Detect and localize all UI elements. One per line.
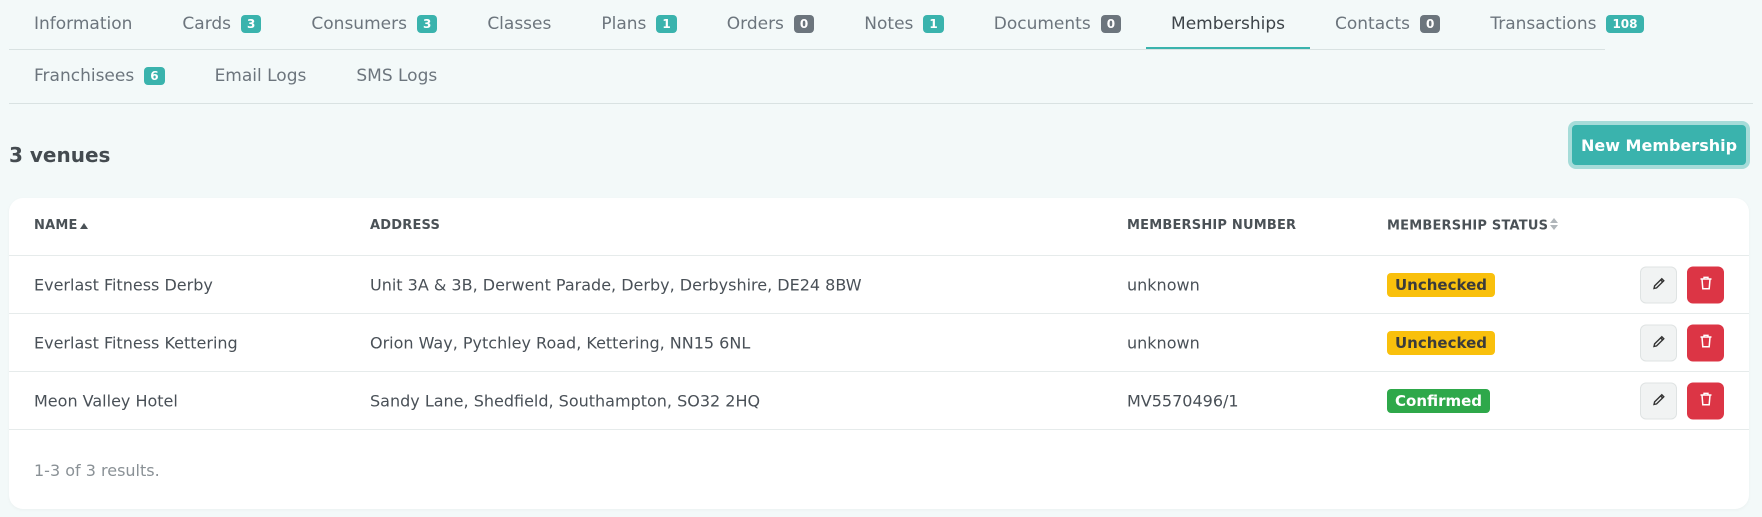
delete-button[interactable] [1687, 324, 1724, 361]
venue-address: Orion Way, Pytchley Road, Kettering, NN1… [370, 333, 751, 352]
tab-bar-secondary: Franchisees 6 Email Logs SMS Logs [9, 50, 1753, 104]
tab-franchisees[interactable]: Franchisees 6 [9, 50, 190, 103]
tab-label: Email Logs [214, 66, 307, 86]
tab-label: Information [34, 14, 133, 34]
new-membership-button[interactable]: New Membership [1568, 121, 1750, 169]
column-header-membership-number: MEMBERSHIP NUMBER [1127, 218, 1297, 233]
delete-button[interactable] [1687, 382, 1724, 419]
count-badge: 3 [416, 15, 438, 33]
tab-notes[interactable]: Notes 1 [839, 0, 968, 49]
tab-information[interactable]: Information [9, 0, 157, 49]
count-badge: 1 [923, 15, 944, 33]
column-header-address: ADDRESS [370, 218, 441, 233]
delete-button[interactable] [1687, 266, 1724, 303]
pagination-summary: 1-3 of 3 results. [34, 461, 160, 480]
venue-name: Everlast Fitness Derby [34, 275, 213, 294]
tab-label: Documents [993, 14, 1091, 34]
count-badge: 0 [793, 15, 815, 33]
tab-bar-primary: Information Cards 3 Consumers 3 Classes … [9, 0, 1644, 50]
table-row: Everlast Fitness Derby Unit 3A & 3B, Der… [9, 256, 1749, 314]
count-badge: 108 [1606, 15, 1644, 33]
tab-transactions[interactable]: Transactions 108 [1465, 0, 1668, 49]
table-row: Meon Valley Hotel Sandy Lane, Shedfield,… [9, 372, 1749, 430]
status-badge: Unchecked [1387, 272, 1495, 297]
count-badge: 3 [241, 15, 262, 33]
edit-button[interactable] [1640, 324, 1677, 361]
pencil-icon [1652, 275, 1666, 294]
column-label: NAME [34, 218, 78, 233]
trash-icon [1699, 333, 1713, 352]
tab-label: Contacts [1334, 14, 1410, 34]
column-label: MEMBERSHIP STATUS [1387, 218, 1549, 234]
venue-count-heading: 3 venues [9, 143, 111, 167]
sort-icon [1550, 218, 1559, 234]
status-badge: Unchecked [1387, 330, 1495, 355]
tab-label: Memberships [1171, 14, 1285, 34]
memberships-table: NAME ADDRESS MEMBERSHIP NUMBER MEMBERSHI… [9, 198, 1749, 509]
membership-number: MV5570496/1 [1127, 391, 1239, 410]
pencil-icon [1652, 391, 1666, 410]
tab-contacts[interactable]: Contacts 0 [1310, 0, 1465, 49]
tab-consumers[interactable]: Consumers 3 [286, 0, 462, 49]
venue-name: Everlast Fitness Kettering [34, 333, 238, 352]
tab-label: Franchisees [34, 66, 135, 86]
tab-memberships[interactable]: Memberships [1146, 0, 1310, 49]
trash-icon [1699, 275, 1713, 294]
column-header-membership-status[interactable]: MEMBERSHIP STATUS [1387, 218, 1559, 234]
tab-label: Cards [182, 14, 232, 34]
edit-button[interactable] [1640, 266, 1677, 303]
count-badge: 1 [656, 15, 677, 33]
trash-icon [1699, 391, 1713, 410]
column-header-name[interactable]: NAME [34, 218, 88, 233]
membership-number: unknown [1127, 275, 1200, 294]
tab-label: Transactions [1490, 14, 1597, 34]
tab-label: Plans [601, 14, 647, 34]
tab-email-logs[interactable]: Email Logs [190, 50, 332, 103]
membership-number: unknown [1127, 333, 1200, 352]
tab-orders[interactable]: Orders 0 [702, 0, 840, 49]
tab-cards[interactable]: Cards 3 [157, 0, 286, 49]
tab-label: SMS Logs [356, 66, 438, 86]
tab-documents[interactable]: Documents 0 [969, 0, 1146, 49]
status-badge: Confirmed [1387, 388, 1491, 413]
edit-button[interactable] [1640, 382, 1677, 419]
count-badge: 0 [1419, 15, 1441, 33]
table-header: NAME ADDRESS MEMBERSHIP NUMBER MEMBERSHI… [9, 198, 1749, 256]
tab-sms-logs[interactable]: SMS Logs [331, 50, 462, 103]
count-badge: 6 [144, 67, 165, 85]
venue-name: Meon Valley Hotel [34, 391, 178, 410]
pencil-icon [1652, 333, 1666, 352]
tab-label: Orders [726, 14, 784, 34]
tab-classes[interactable]: Classes [462, 0, 576, 49]
count-badge: 0 [1100, 15, 1122, 33]
tab-label: Notes [864, 14, 914, 34]
table-row: Everlast Fitness Kettering Orion Way, Py… [9, 314, 1749, 372]
venue-address: Unit 3A & 3B, Derwent Parade, Derby, Der… [370, 275, 862, 294]
venue-address: Sandy Lane, Shedfield, Southampton, SO32… [370, 391, 761, 410]
tab-plans[interactable]: Plans 1 [576, 0, 701, 49]
tab-label: Classes [487, 14, 552, 34]
sort-ascending-icon [79, 218, 88, 233]
tab-label: Consumers [311, 14, 407, 34]
